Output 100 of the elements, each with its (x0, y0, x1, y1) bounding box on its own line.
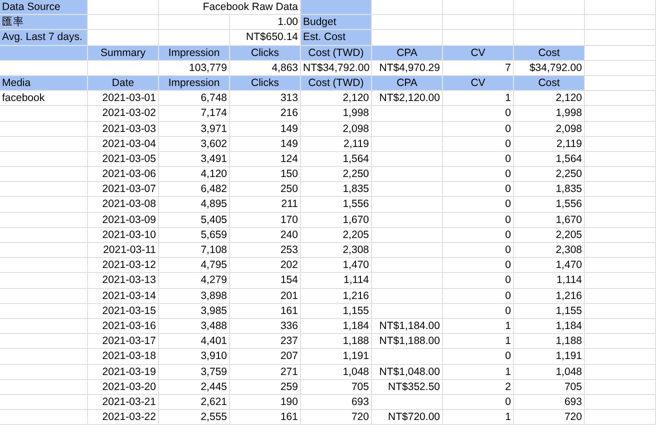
table-cell: 1,998 (301, 106, 372, 122)
table-cell: 1,556 (514, 197, 585, 213)
grid-cell (585, 167, 656, 182)
table-cell: 2021-03-11 (88, 243, 159, 258)
table-cell: 4,279 (159, 273, 230, 289)
column-header: Date (88, 76, 159, 92)
column-header: CPA (372, 46, 443, 61)
table-cell: 3,488 (159, 318, 230, 334)
cell-value: 1.00 (230, 15, 301, 30)
table-cell: 201 (230, 288, 301, 304)
grid-cell (585, 91, 656, 106)
table-cell: 2,120 (514, 91, 585, 106)
table-cell: 2,621 (159, 394, 230, 410)
grid-cell (372, 304, 443, 319)
table-cell: 154 (230, 273, 301, 289)
table-cell: 2 (443, 380, 514, 395)
column-header: Impression (159, 46, 230, 61)
table-cell: 1,184 (301, 318, 372, 334)
grid-cell (443, 0, 514, 16)
table-cell: 3,602 (159, 136, 230, 152)
table-cell: 1,191 (301, 349, 372, 364)
grid-cell (372, 182, 443, 198)
table-cell: 2021-03-01 (88, 91, 159, 106)
table-cell: 1,048 (514, 364, 585, 380)
table-cell: 693 (301, 394, 372, 410)
grid-cell (88, 60, 159, 76)
table-cell: 2021-03-10 (88, 228, 159, 243)
column-header: Clicks (230, 76, 301, 92)
table-cell: NT$1,184.00 (372, 318, 443, 334)
table-cell: 705 (301, 380, 372, 395)
table-cell: 170 (230, 212, 301, 228)
summary-value: NT$4,970.29 (372, 60, 443, 76)
grid-cell (585, 288, 656, 304)
table-cell: 3,985 (159, 304, 230, 319)
table-cell: 693 (514, 394, 585, 410)
grid-cell (88, 15, 159, 30)
table-cell: 3,910 (159, 349, 230, 364)
table-cell: 1,048 (301, 364, 372, 380)
table-cell: NT$1,048.00 (372, 364, 443, 380)
grid-cell (585, 258, 656, 274)
grid-cell (585, 152, 656, 168)
summary-value: 103,779 (159, 60, 230, 76)
table-cell: 1,835 (301, 182, 372, 198)
grid-cell (372, 167, 443, 182)
table-cell: 240 (230, 228, 301, 243)
table-cell: 2,205 (301, 228, 372, 243)
summary-value: 7 (443, 60, 514, 76)
table-cell: 3,898 (159, 288, 230, 304)
table-cell: 7,174 (159, 106, 230, 122)
grid-cell (372, 212, 443, 228)
table-cell: 1,216 (301, 288, 372, 304)
column-header: CPA (372, 76, 443, 92)
table-cell: 161 (230, 410, 301, 426)
summary-value: 4,863 (230, 60, 301, 76)
table-cell: 6,482 (159, 182, 230, 198)
grid-cell (372, 122, 443, 137)
grid-cell (585, 182, 656, 198)
grid-cell (372, 288, 443, 304)
table-cell: 2021-03-20 (88, 380, 159, 395)
table-cell: 0 (443, 258, 514, 274)
table-cell: 149 (230, 122, 301, 137)
column-header: Summary (88, 46, 159, 61)
table-cell: 720 (514, 410, 585, 426)
table-cell: 0 (443, 228, 514, 243)
table-cell: 1 (443, 334, 514, 350)
table-cell: 2021-03-13 (88, 273, 159, 289)
grid-cell (585, 394, 656, 410)
cell-value: NT$650.14 (230, 30, 301, 46)
table-cell: NT$352.50 (372, 380, 443, 395)
table-cell: 2021-03-22 (88, 410, 159, 426)
grid-cell (372, 30, 443, 46)
table-cell: 2021-03-07 (88, 182, 159, 198)
table-cell: 1,114 (301, 273, 372, 289)
table-cell: 250 (230, 182, 301, 198)
grid-cell (585, 410, 656, 426)
summary-value: $34,792.00 (514, 60, 585, 76)
grid-cell (514, 0, 585, 16)
table-cell: 1,998 (514, 106, 585, 122)
table-cell: 1 (443, 410, 514, 426)
grid-cell (585, 0, 656, 16)
table-cell: 271 (230, 364, 301, 380)
summary-value: NT$34,792.00 (301, 60, 372, 76)
table-cell: 2,555 (159, 410, 230, 426)
table-cell: 0 (443, 197, 514, 213)
table-cell: 259 (230, 380, 301, 395)
table-cell: 1,470 (301, 258, 372, 274)
table-cell: 2,250 (514, 167, 585, 182)
table-cell: 1,216 (514, 288, 585, 304)
grid-cell (585, 349, 656, 364)
grid-cell (443, 30, 514, 46)
grid-cell (585, 334, 656, 350)
column-header: Impression (159, 76, 230, 92)
grid-cell (585, 364, 656, 380)
grid-cell (585, 30, 656, 46)
table-cell: 1,188 (514, 334, 585, 350)
column-header: Cost (514, 46, 585, 61)
table-cell: 202 (230, 258, 301, 274)
table-cell: 1,191 (514, 349, 585, 364)
table-cell: 2021-03-05 (88, 152, 159, 168)
table-cell: 1 (443, 364, 514, 380)
